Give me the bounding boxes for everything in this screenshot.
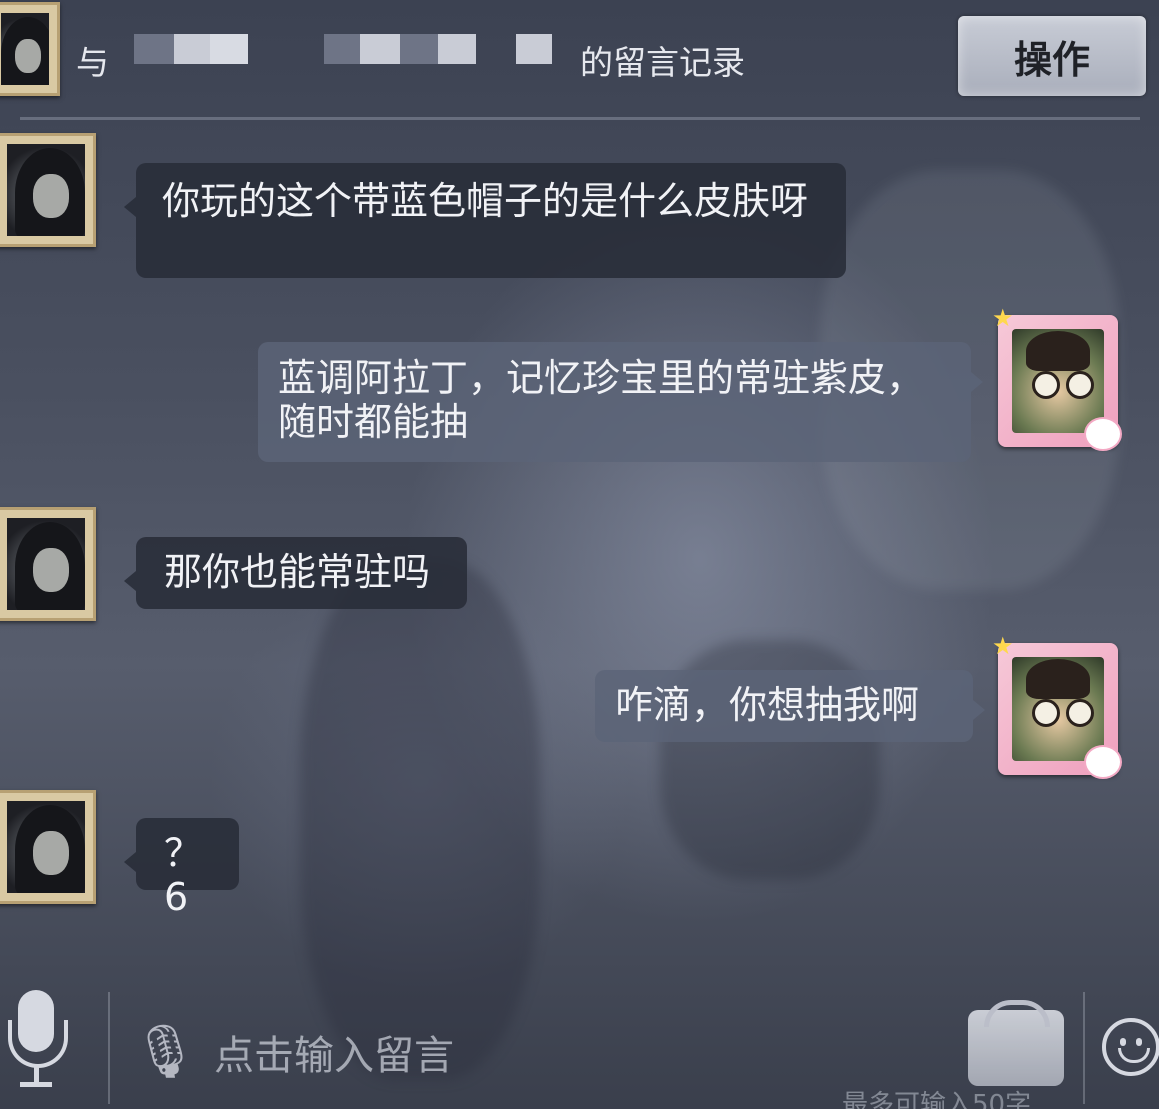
- contact-avatar[interactable]: [0, 790, 96, 904]
- contact-avatar[interactable]: [0, 133, 96, 247]
- star-icon: ★: [992, 304, 1014, 332]
- message-bubble-received: 你玩的这个带蓝色帽子的是什么皮肤呀: [124, 163, 846, 278]
- message-bubble-sent: 蓝调阿拉丁，记忆珍宝里的常驻紫皮，随时都能抽: [258, 342, 983, 462]
- action-button[interactable]: 操作: [958, 16, 1146, 96]
- my-avatar[interactable]: ★: [992, 634, 1122, 779]
- header: 与 的留言记录 操作: [0, 0, 1159, 115]
- char-limit-hint: 最多可输入50字: [842, 1090, 1032, 1109]
- message-bubble-received: 那你也能常驻吗: [124, 537, 467, 609]
- message-bubble-sent: 咋滴，你想抽我啊: [595, 670, 985, 742]
- header-title: 的留言记录: [580, 43, 745, 82]
- contact-avatar[interactable]: [0, 2, 60, 96]
- voice-to-text-icon[interactable]: 🎙: [132, 1012, 198, 1092]
- microphone-icon[interactable]: [6, 990, 68, 1100]
- message-input[interactable]: [214, 1026, 914, 1086]
- emoji-icon[interactable]: [1102, 1018, 1159, 1076]
- kitty-icon: [1084, 745, 1122, 779]
- kitty-icon: [1084, 417, 1122, 451]
- bag-icon[interactable]: [968, 1000, 1064, 1086]
- star-icon: ★: [992, 632, 1014, 660]
- my-avatar[interactable]: ★: [992, 306, 1122, 451]
- divider: [1083, 992, 1085, 1104]
- header-prefix: 与: [76, 43, 109, 82]
- divider: [108, 992, 110, 1104]
- message-bubble-received: ？6: [124, 818, 239, 919]
- contact-avatar[interactable]: [0, 507, 96, 621]
- chat-screen: 与 的留言记录 操作 你玩的这个带蓝色帽子的是什么皮肤呀 ★ 蓝调阿拉丁，记忆珍…: [0, 0, 1159, 1109]
- header-divider: [20, 117, 1140, 120]
